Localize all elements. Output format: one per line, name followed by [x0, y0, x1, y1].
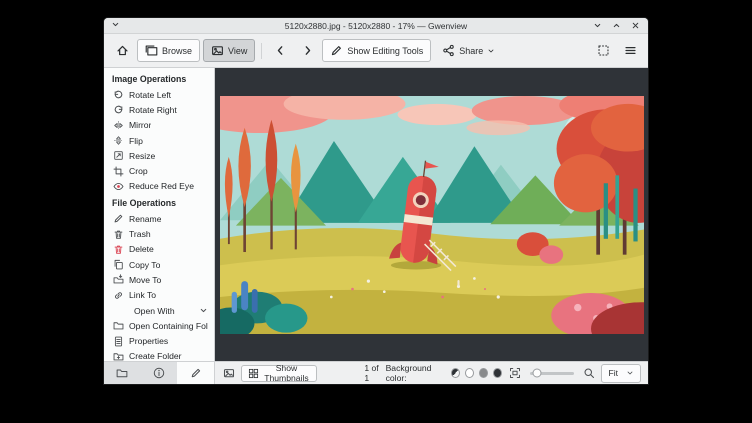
- properties-icon: [113, 336, 124, 347]
- folder-icon: [116, 367, 128, 379]
- image-counter: 1 of 1: [364, 363, 380, 383]
- move-icon: [113, 274, 124, 285]
- resize-icon: [113, 150, 124, 161]
- tab-folders[interactable]: [104, 362, 141, 384]
- mirror-icon: [113, 120, 124, 131]
- view-mode-button[interactable]: View: [203, 39, 255, 62]
- show-thumbnails-button[interactable]: Show Thumbnails: [241, 365, 318, 382]
- window-title: 5120x2880.jpg - 5120x2880 - 17% — Gwenvi…: [104, 21, 648, 31]
- sidebar-item-link-to[interactable]: Link To: [104, 288, 214, 303]
- zoom-icon[interactable]: [581, 365, 597, 382]
- editing-tools-icon: [330, 44, 343, 57]
- sidebar-item-rotate-left[interactable]: Rotate Left: [104, 87, 214, 102]
- statusbar: Show Thumbnails 1 of 1 Background color:…: [215, 362, 648, 384]
- hamburger-menu-button[interactable]: [618, 39, 642, 62]
- sidebar-item-move-to[interactable]: Move To: [104, 272, 214, 287]
- chevron-down-icon: [626, 369, 634, 377]
- next-image-button[interactable]: [295, 39, 319, 62]
- thumbnails-grid-icon: [248, 368, 259, 379]
- titlebar[interactable]: 5120x2880.jpg - 5120x2880 - 17% — Gwenvi…: [104, 18, 648, 34]
- bottom-bar: Show Thumbnails 1 of 1 Background color:…: [104, 361, 648, 384]
- photo-rocket-illustration: [220, 96, 644, 334]
- background-swatch-auto[interactable]: [451, 368, 460, 378]
- view-image-icon: [211, 44, 224, 57]
- sidebar-item-resize[interactable]: Resize: [104, 148, 214, 163]
- trash-icon: [113, 229, 124, 240]
- show-thumbnails-label: Show Thumbnails: [263, 363, 311, 383]
- sidebar-item-rotate-right[interactable]: Rotate Right: [104, 102, 214, 117]
- sidebar-item-mirror[interactable]: Mirror: [104, 118, 214, 133]
- info-icon: [153, 367, 165, 379]
- select-region-button[interactable]: [591, 39, 615, 62]
- zoom-mode-select[interactable]: Fit: [601, 364, 641, 383]
- operations-sidebar: Image Operations Rotate Left Rotate Righ…: [104, 68, 215, 361]
- hamburger-icon: [624, 44, 637, 57]
- share-icon: [442, 44, 455, 57]
- image-viewport[interactable]: [215, 68, 648, 361]
- chevron-down-icon: [199, 306, 208, 315]
- show-editing-tools-label: Show Editing Tools: [347, 46, 423, 56]
- close-button[interactable]: [630, 20, 641, 31]
- browse-mode-button[interactable]: Browse: [137, 39, 200, 62]
- sidebar-item-delete[interactable]: Delete: [104, 242, 214, 257]
- crop-icon: [113, 166, 124, 177]
- home-icon: [116, 44, 129, 57]
- sidebar-item-crop[interactable]: Crop: [104, 163, 214, 178]
- view-label: View: [228, 46, 247, 56]
- zoom-slider[interactable]: [530, 372, 574, 375]
- share-button[interactable]: Share: [434, 39, 503, 62]
- titlebar-menu-chevron-icon[interactable]: [111, 20, 122, 31]
- new-folder-icon: [113, 351, 124, 361]
- sidebar-item-open-with[interactable]: Open With: [104, 303, 214, 318]
- sidebar-panel-tabs: [104, 362, 215, 384]
- chevron-left-icon: [274, 44, 287, 57]
- sidebar-item-trash[interactable]: Trash: [104, 226, 214, 241]
- rotate-right-icon: [113, 104, 124, 115]
- browse-label: Browse: [162, 46, 192, 56]
- home-button[interactable]: [110, 39, 134, 62]
- chevron-down-icon: [487, 47, 495, 55]
- tab-operations[interactable]: [177, 362, 214, 384]
- delete-icon: [113, 244, 124, 255]
- rename-icon: [113, 213, 124, 224]
- background-swatch-dark[interactable]: [493, 368, 502, 378]
- image-thumbnail-icon[interactable]: [222, 365, 236, 382]
- toolbar-separator: [261, 43, 262, 59]
- sidebar-item-rename[interactable]: Rename: [104, 211, 214, 226]
- browse-grid-icon: [145, 44, 158, 57]
- copy-icon: [113, 259, 124, 270]
- selection-icon: [597, 44, 610, 57]
- minimize-button[interactable]: [592, 20, 603, 31]
- zoom-mode-value: Fit: [608, 368, 618, 378]
- background-color-label: Background color:: [386, 363, 447, 383]
- sidebar-item-flip[interactable]: Flip: [104, 133, 214, 148]
- background-swatch-neutral[interactable]: [479, 368, 488, 378]
- folder-icon: [113, 320, 124, 331]
- gwenview-window: 5120x2880.jpg - 5120x2880 - 17% — Gwenvi…: [104, 18, 648, 384]
- chevron-right-icon: [301, 44, 314, 57]
- flip-icon: [113, 135, 124, 146]
- sidebar-item-create-folder[interactable]: Create Folder: [104, 349, 214, 361]
- maximize-button[interactable]: [611, 20, 622, 31]
- main-toolbar: Browse View Show Editing Tools Share: [104, 34, 648, 68]
- sidebar-item-copy-to[interactable]: Copy To: [104, 257, 214, 272]
- rotate-left-icon: [113, 89, 124, 100]
- background-swatch-light[interactable]: [465, 368, 474, 378]
- sidebar-item-properties[interactable]: Properties: [104, 333, 214, 348]
- sidebar-item-reduce-red-eye[interactable]: Reduce Red Eye: [104, 179, 214, 194]
- file-operations-header: File Operations: [104, 194, 214, 211]
- zoom-fit-icon[interactable]: [507, 365, 523, 382]
- tab-information[interactable]: [141, 362, 178, 384]
- image-operations-header: Image Operations: [104, 70, 214, 87]
- sidebar-item-open-containing-folder[interactable]: Open Containing Folder: [104, 318, 214, 333]
- show-editing-tools-button[interactable]: Show Editing Tools: [322, 39, 431, 62]
- previous-image-button[interactable]: [268, 39, 292, 62]
- red-eye-icon: [113, 181, 124, 192]
- content-area: Image Operations Rotate Left Rotate Righ…: [104, 68, 648, 361]
- link-icon: [113, 290, 124, 301]
- share-label: Share: [459, 46, 483, 56]
- pencil-icon: [190, 367, 202, 379]
- zoom-slider-handle[interactable]: [533, 369, 542, 378]
